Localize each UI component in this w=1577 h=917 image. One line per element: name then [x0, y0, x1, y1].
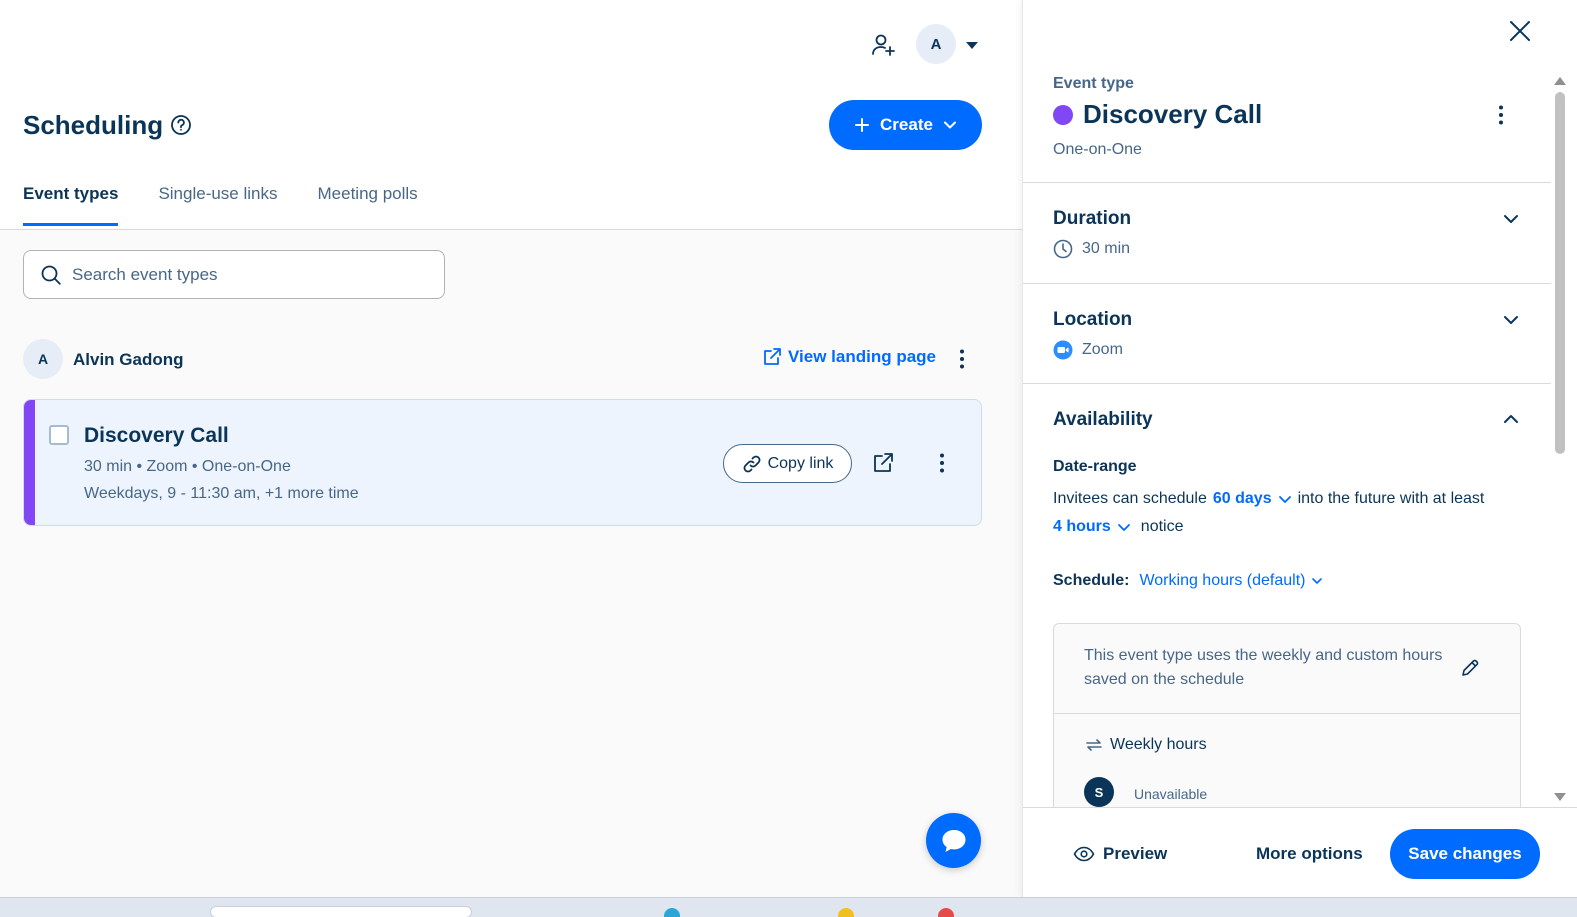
divider — [1054, 713, 1520, 714]
scroll-up-arrow-icon[interactable] — [1553, 76, 1567, 86]
availability-title: Availability — [1053, 409, 1153, 430]
repeat-icon — [1084, 735, 1104, 755]
scheduling-main: A Scheduling Create Event types Single-u… — [0, 0, 1022, 897]
chevron-down-icon — [1311, 577, 1323, 585]
chevron-down-icon — [1278, 495, 1292, 504]
taskbar-app-icon[interactable] — [664, 908, 680, 917]
close-icon[interactable] — [1507, 18, 1533, 44]
day-badge: S — [1084, 777, 1114, 807]
tab-meeting-polls[interactable]: Meeting polls — [318, 184, 418, 226]
chevron-down-icon — [1117, 523, 1131, 532]
preview-button[interactable]: Preview — [1073, 844, 1167, 864]
user-avatar: A — [23, 339, 63, 379]
event-meta: 30 min • Zoom • One-on-One — [84, 458, 291, 475]
panel-footer: Preview More options Save changes — [1023, 807, 1577, 897]
help-icon[interactable] — [170, 114, 192, 136]
preview-label: Preview — [1103, 844, 1168, 863]
location-value: Zoom — [1082, 341, 1123, 358]
eye-icon — [1073, 846, 1095, 862]
save-changes-button[interactable]: Save changes — [1390, 829, 1540, 879]
tab-event-types[interactable]: Event types — [23, 184, 119, 226]
notice-dropdown[interactable]: 4 hours — [1053, 518, 1131, 536]
share-icon[interactable] — [870, 450, 896, 476]
search-input[interactable] — [72, 264, 432, 285]
notice-value: 4 hours — [1053, 518, 1111, 535]
divider — [1023, 283, 1551, 284]
date-range-label: Date-range — [1053, 458, 1137, 475]
invitee-middle: into the future with at least — [1297, 490, 1485, 507]
clock-icon — [1053, 239, 1073, 259]
create-label: Create — [880, 115, 933, 134]
days-value: 60 days — [1212, 490, 1272, 507]
event-hours: Weekdays, 9 - 11:30 am, +1 more time — [84, 485, 359, 502]
event-color-bar — [24, 400, 35, 525]
event-title: Discovery Call — [84, 424, 229, 447]
availability-chevron-up-icon[interactable] — [1501, 409, 1521, 429]
taskbar-app-icon[interactable] — [838, 908, 854, 917]
user-name: Alvin Gadong — [73, 350, 184, 369]
schedule-dropdown[interactable]: Working hours (default) — [1139, 572, 1323, 590]
account-avatar[interactable]: A — [916, 24, 956, 64]
external-link-icon — [762, 347, 782, 367]
pencil-icon[interactable] — [1460, 658, 1480, 678]
scroll-down-arrow-icon[interactable] — [1553, 792, 1567, 802]
search-box[interactable] — [23, 250, 445, 299]
schedule-label: Schedule: — [1053, 572, 1130, 589]
chevron-down-icon — [943, 120, 957, 130]
divider — [1023, 383, 1551, 384]
event-select-checkbox[interactable] — [49, 425, 69, 445]
add-user-icon[interactable] — [868, 30, 898, 60]
days-dropdown[interactable]: 60 days — [1213, 490, 1292, 508]
scrollbar-thumb[interactable] — [1555, 92, 1565, 454]
invitee-prefix: Invitees can schedule — [1053, 490, 1207, 507]
more-options-button[interactable]: More options — [1256, 844, 1363, 864]
day-status: Unavailable — [1134, 786, 1208, 802]
view-landing-page-label: View landing page — [788, 347, 936, 366]
schedule-box: This event type uses the weekly and cust… — [1053, 623, 1521, 813]
duration-title: Duration — [1053, 208, 1132, 229]
taskbar-app-icon[interactable] — [938, 908, 954, 917]
event-type-card[interactable]: Discovery Call 30 min • Zoom • One-on-On… — [23, 399, 982, 526]
duration-value: 30 min — [1082, 240, 1131, 257]
location-chevron-down-icon[interactable] — [1501, 310, 1521, 330]
taskbar-search[interactable] — [210, 906, 472, 917]
link-icon — [742, 454, 762, 474]
os-taskbar — [0, 897, 1577, 917]
event-color-dot — [1053, 105, 1073, 125]
user-more-icon[interactable] — [950, 347, 974, 371]
panel-event-kind: One-on-One — [1053, 141, 1142, 158]
invitee-suffix: notice — [1140, 518, 1184, 535]
weekly-hours-row: Weekly hours — [1084, 735, 1207, 755]
create-button[interactable]: Create — [829, 100, 982, 150]
copy-link-label: Copy link — [767, 454, 834, 472]
schedule-value: Working hours (default) — [1139, 572, 1306, 589]
schedule-row: Schedule: Working hours (default) — [1053, 572, 1323, 590]
divider — [1023, 182, 1551, 183]
panel-more-icon[interactable] — [1489, 103, 1513, 127]
account-caret-icon[interactable] — [964, 38, 980, 52]
invitee-notice-line: 4 hours notice — [1053, 518, 1184, 536]
chat-icon[interactable] — [926, 813, 981, 868]
page-title: Scheduling — [23, 110, 164, 140]
copy-link-button[interactable]: Copy link — [723, 444, 852, 483]
location-title: Location — [1053, 309, 1133, 330]
duration-chevron-down-icon[interactable] — [1501, 209, 1521, 229]
tab-bar: Event types Single-use links Meeting pol… — [23, 184, 418, 226]
event-more-icon[interactable] — [930, 451, 954, 475]
duration-value-row: 30 min — [1053, 239, 1130, 259]
event-edit-panel: Event type Discovery Call One-on-One Dur… — [1022, 0, 1577, 897]
panel-label: Event type — [1053, 75, 1134, 92]
weekly-hours-label: Weekly hours — [1110, 736, 1207, 753]
tab-single-use-links[interactable]: Single-use links — [158, 184, 277, 226]
location-value-row: Zoom — [1053, 340, 1123, 360]
invitee-window-line: Invitees can schedule 60 days into the f… — [1053, 490, 1484, 508]
view-landing-page-link[interactable]: View landing page — [762, 347, 936, 367]
plus-icon — [854, 117, 870, 133]
scheduling-header: A Scheduling Create Event types Single-u… — [0, 0, 1022, 230]
panel-event-name: Discovery Call — [1083, 99, 1263, 129]
zoom-icon — [1053, 340, 1073, 360]
schedule-note: This event type uses the weekly and cust… — [1084, 647, 1443, 688]
search-icon — [40, 264, 62, 286]
